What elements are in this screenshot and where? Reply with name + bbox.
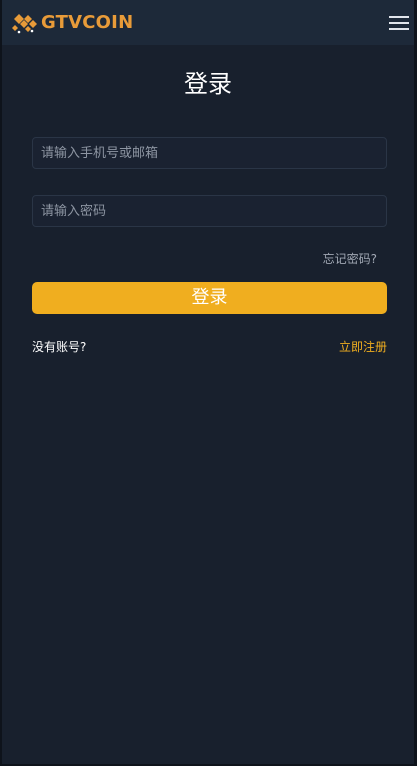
login-button[interactable]: 登录	[32, 282, 387, 314]
register-link[interactable]: 立即注册	[339, 339, 387, 355]
menu-button[interactable]	[386, 14, 410, 32]
menu-bar	[389, 16, 409, 18]
menu-bar	[389, 22, 409, 24]
app-frame: GTVCOIN 登录 忘记密码? 登录 没有账号? 立即注册	[2, 0, 414, 764]
username-input[interactable]	[32, 137, 387, 169]
page-title: 登录	[184, 70, 232, 98]
forgot-password-link[interactable]: 忘记密码?	[323, 251, 377, 267]
password-input[interactable]	[32, 195, 387, 227]
logo-icon	[12, 14, 37, 34]
no-account-text: 没有账号?	[32, 340, 87, 354]
menu-bar	[389, 28, 409, 30]
brand-name: GTVCOIN	[41, 12, 134, 33]
top-header: GTVCOIN	[2, 0, 414, 45]
